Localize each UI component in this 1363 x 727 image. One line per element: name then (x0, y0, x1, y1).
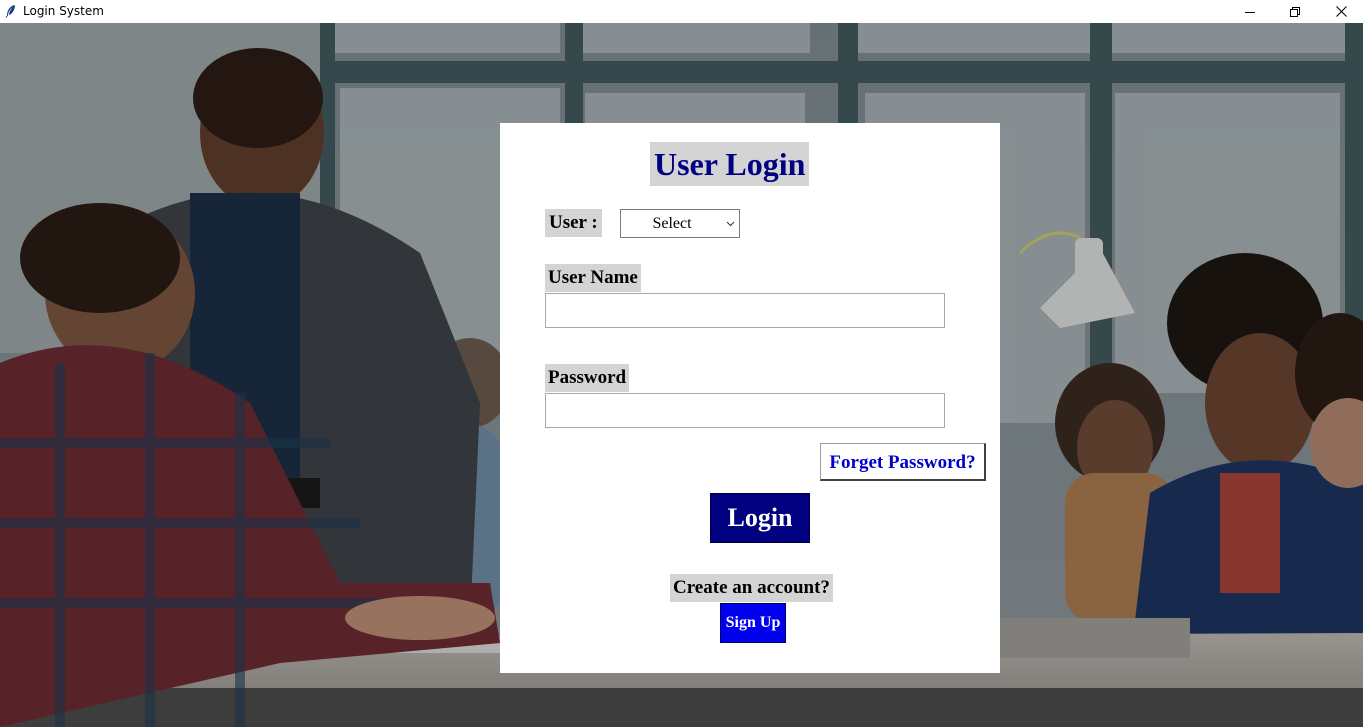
forgot-password-button[interactable]: Forget Password? (820, 443, 986, 481)
minimize-button[interactable] (1227, 0, 1273, 23)
username-field[interactable] (545, 293, 945, 328)
password-label: Password (545, 364, 630, 392)
restore-icon (1290, 6, 1300, 17)
close-icon (1335, 6, 1347, 17)
login-panel: User Login User : Select User Name Passw… (500, 123, 1000, 673)
user-type-select[interactable]: Select (620, 209, 740, 238)
chevron-down-icon (726, 221, 735, 227)
password-field[interactable] (545, 393, 945, 428)
feather-icon (5, 5, 15, 18)
minimize-icon (1245, 11, 1255, 13)
login-button[interactable]: Login (710, 493, 810, 543)
create-account-label: Create an account? (670, 574, 833, 602)
sign-up-button[interactable]: Sign Up (720, 603, 786, 643)
username-label: User Name (545, 264, 641, 292)
page-title: User Login (650, 142, 810, 186)
user-type-label: User : (545, 209, 602, 237)
window-title: Login System (23, 4, 104, 18)
title-bar[interactable]: Login System (0, 0, 1363, 23)
app-window: Login System User Login User: Select Us… (0, 0, 1363, 727)
restore-button[interactable] (1272, 0, 1318, 23)
user-type-select-value: Select (652, 215, 692, 232)
close-button[interactable] (1318, 0, 1363, 23)
